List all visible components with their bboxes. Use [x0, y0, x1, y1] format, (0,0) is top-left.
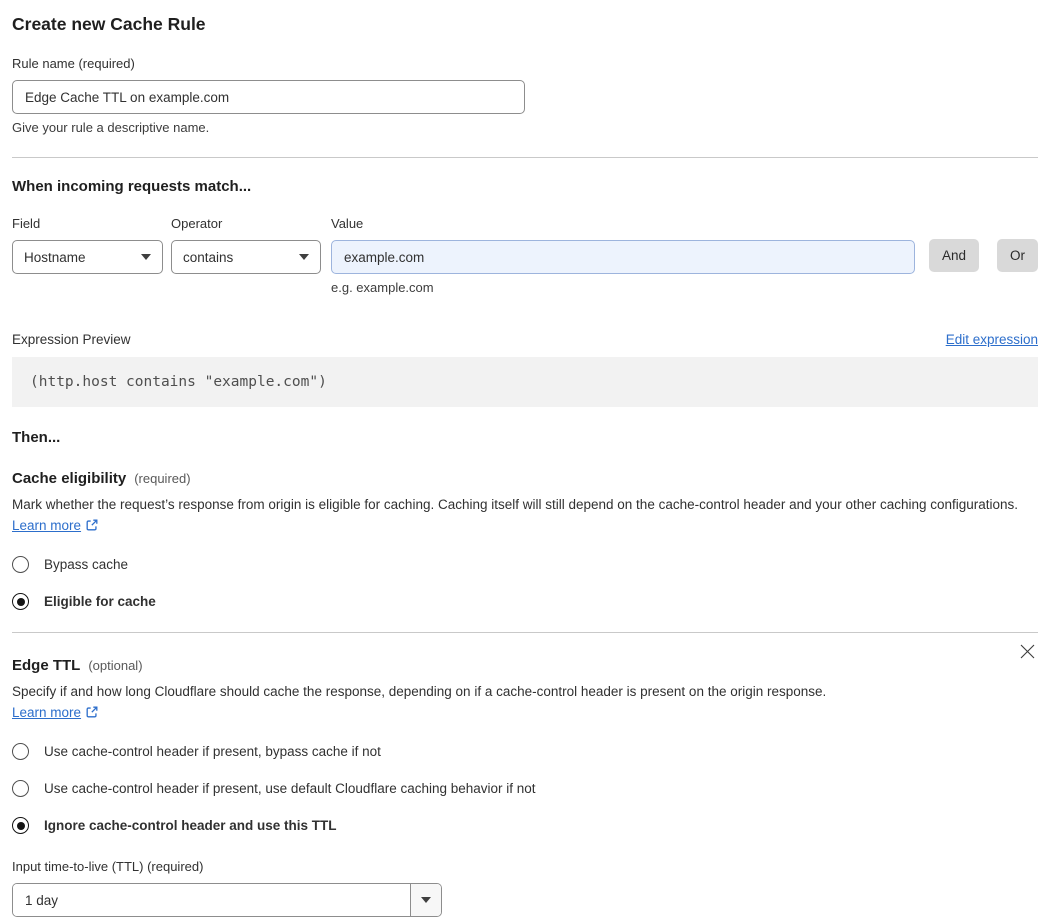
- field-select[interactable]: Hostname: [12, 240, 163, 274]
- external-link-icon: [86, 519, 98, 531]
- ttl-combobox: [12, 883, 442, 917]
- edge-ttl-title: Edge TTL: [12, 657, 81, 674]
- value-hint: e.g. example.com: [331, 280, 434, 295]
- ttl-input[interactable]: [13, 884, 410, 916]
- and-button[interactable]: And: [928, 239, 979, 272]
- edit-expression-link[interactable]: Edit expression: [946, 332, 1038, 347]
- radio-ignore-header-use-ttl[interactable]: Ignore cache-control header and use this…: [12, 817, 1038, 834]
- field-select-value: Hostname: [24, 249, 86, 265]
- close-icon: [1020, 644, 1035, 659]
- value-label: Value: [331, 216, 364, 231]
- cache-eligibility-description: Mark whether the request’s response from…: [12, 494, 1038, 536]
- radio-selected-icon: [12, 593, 29, 610]
- divider: [12, 157, 1038, 158]
- edge-ttl-description: Specify if and how long Cloudflare shoul…: [12, 681, 844, 723]
- close-edge-ttl-button[interactable]: [1017, 641, 1038, 665]
- cache-eligibility-title: Cache eligibility: [12, 470, 127, 487]
- radio-icon: [12, 780, 29, 797]
- external-link-icon: [86, 706, 98, 718]
- cache-eligibility-qualifier: (required): [134, 471, 191, 486]
- field-label: Field: [12, 216, 41, 231]
- operator-select[interactable]: contains: [171, 240, 321, 274]
- radio-label: Ignore cache-control header and use this…: [44, 818, 337, 833]
- radio-bypass-cache[interactable]: Bypass cache: [12, 556, 1038, 573]
- radio-icon: [12, 743, 29, 760]
- radio-icon: [12, 556, 29, 573]
- radio-label: Use cache-control header if present, use…: [44, 781, 536, 796]
- ttl-label: Input time-to-live (TTL) (required): [12, 859, 204, 874]
- edge-ttl-qualifier: (optional): [88, 658, 143, 673]
- create-cache-rule-form: Create new Cache Rule Rule name (require…: [0, 0, 1058, 917]
- page-title: Create new Cache Rule: [12, 14, 206, 34]
- chevron-down-icon: [141, 254, 151, 260]
- operator-label: Operator: [171, 216, 223, 231]
- ttl-dropdown-button[interactable]: [410, 884, 441, 916]
- radio-label: Use cache-control header if present, byp…: [44, 744, 381, 759]
- rule-name-label: Rule name (required): [12, 56, 135, 71]
- learn-more-link[interactable]: Learn more: [12, 518, 81, 533]
- expression-preview-code: (http.host contains "example.com"): [12, 357, 1038, 407]
- radio-label: Eligible for cache: [44, 594, 156, 609]
- rule-name-help-text: Give your rule a descriptive name.: [12, 120, 210, 135]
- radio-selected-icon: [12, 817, 29, 834]
- learn-more-link[interactable]: Learn more: [12, 705, 81, 720]
- then-heading: Then...: [12, 429, 61, 446]
- value-input[interactable]: [331, 240, 915, 274]
- chevron-down-icon: [421, 897, 431, 903]
- radio-label: Bypass cache: [44, 557, 129, 572]
- radio-use-header-bypass[interactable]: Use cache-control header if present, byp…: [12, 743, 1038, 760]
- operator-select-value: contains: [183, 249, 234, 265]
- rule-name-input[interactable]: [12, 80, 525, 114]
- chevron-down-icon: [299, 254, 309, 260]
- cache-eligibility-description-text: Mark whether the request’s response from…: [12, 497, 1019, 512]
- radio-use-header-default[interactable]: Use cache-control header if present, use…: [12, 780, 1038, 797]
- radio-eligible-for-cache[interactable]: Eligible for cache: [12, 593, 1038, 610]
- or-button[interactable]: Or: [997, 239, 1038, 272]
- match-section-heading: When incoming requests match...: [12, 178, 252, 195]
- match-condition-row: Field Hostname Operator contains Value e…: [12, 216, 1038, 295]
- expression-preview-label: Expression Preview: [12, 332, 131, 347]
- edge-ttl-description-text: Specify if and how long Cloudflare shoul…: [12, 684, 827, 699]
